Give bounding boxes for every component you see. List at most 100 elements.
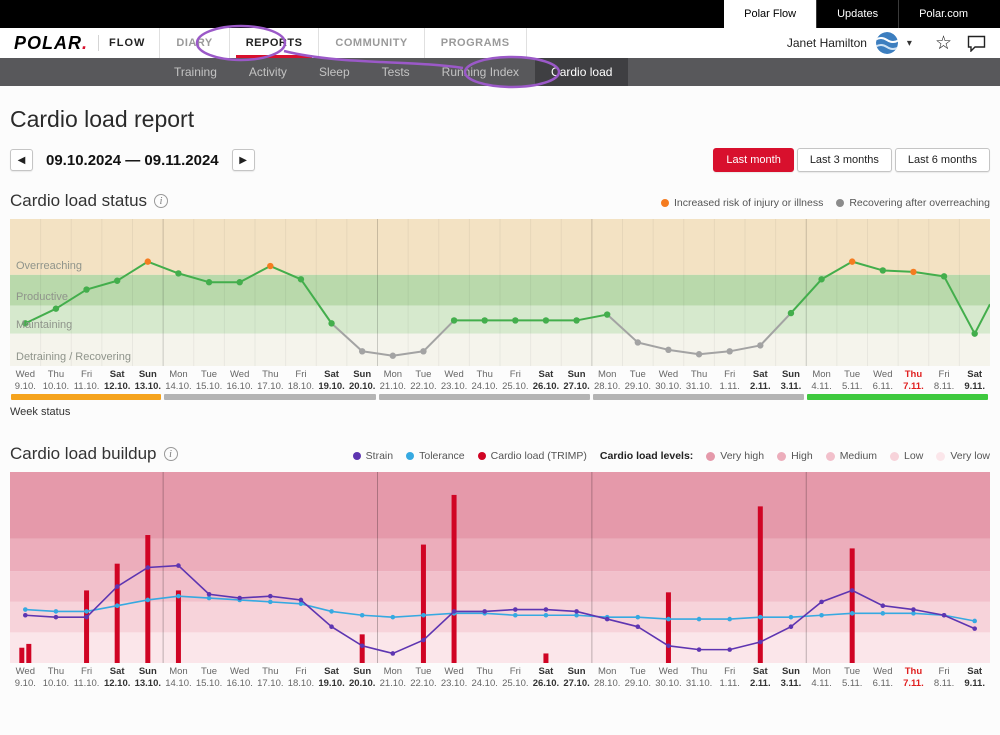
legend-label: Recovering after overreaching — [849, 197, 990, 209]
topbar-link-updates[interactable]: Updates — [816, 0, 898, 28]
x-axis-label: Sat12.10. — [102, 369, 133, 392]
x-axis-label: Tue29.10. — [623, 666, 654, 689]
legend-item-recovering-after-overreaching: Recovering after overreaching — [836, 197, 990, 209]
chevron-down-icon[interactable]: ▾ — [907, 38, 912, 49]
x-axis-label: Sat9.11. — [959, 369, 990, 392]
last-6-months-button[interactable]: Last 6 months — [895, 148, 990, 172]
legend-dot — [661, 199, 669, 207]
x-axis-label: Sat26.10. — [531, 666, 562, 689]
period-buttons: Last monthLast 3 monthsLast 6 months — [713, 148, 990, 172]
status-legend: Increased risk of injury or illnessRecov… — [661, 197, 990, 209]
subnav-tests[interactable]: Tests — [366, 58, 426, 86]
next-arrow-icon: ▶ — [239, 155, 247, 166]
x-axis-label: Sun27.10. — [561, 666, 592, 689]
last-month-button[interactable]: Last month — [713, 148, 793, 172]
subnav-training[interactable]: Training — [158, 58, 233, 86]
x-axis-label: Wed23.10. — [439, 369, 470, 392]
date-range: 09.10.2024 — 09.11.2024 — [46, 152, 219, 169]
x-axis-label: Sun27.10. — [561, 369, 592, 392]
x-axis-label: Fri25.10. — [500, 666, 531, 689]
legend-dot — [936, 452, 945, 461]
x-axis-label: Mon28.10. — [592, 666, 623, 689]
legend-label: Medium — [840, 450, 877, 462]
cardio-load-status-chart[interactable]: OverreachingProductiveMaintainingDetrain… — [10, 219, 990, 366]
x-axis-label: Thu10.10. — [41, 666, 72, 689]
x-axis-label: Wed16.10. — [224, 369, 255, 392]
legend-item-low: Low — [890, 450, 923, 462]
last-3-months-button[interactable]: Last 3 months — [797, 148, 892, 172]
x-axis-label: Fri11.10. — [71, 666, 102, 689]
x-axis-label: Mon4.11. — [806, 666, 837, 689]
header-right: Janet Hamilton ▾ ☆ — [787, 32, 986, 54]
x-axis-label: Sat12.10. — [102, 666, 133, 689]
x-axis-label: Wed9.10. — [10, 666, 41, 689]
legend-item-strain: Strain — [353, 450, 393, 462]
legend-dot — [478, 452, 486, 460]
x-axis-label: Wed16.10. — [224, 666, 255, 689]
subnav-activity[interactable]: Activity — [233, 58, 303, 86]
x-axis-label: Thu10.10. — [41, 369, 72, 392]
x-axis-label: Sat26.10. — [531, 369, 562, 392]
x-axis-label: Sat19.10. — [316, 666, 347, 689]
x-axis-label: Mon14.10. — [163, 666, 194, 689]
week-status-segment — [379, 394, 590, 400]
x-axis-label: Sun13.10. — [133, 369, 164, 392]
x-axis-label: Wed23.10. — [439, 666, 470, 689]
x-axis-label: Wed6.11. — [868, 666, 899, 689]
polar-logo-dot: . — [82, 33, 88, 53]
x-axis-label: Thu17.10. — [255, 369, 286, 392]
favorites-star-icon[interactable]: ☆ — [935, 32, 952, 54]
x-axis-label: Tue5.11. — [837, 666, 868, 689]
x-axis-label: Fri1.11. — [714, 666, 745, 689]
x-axis-label: Mon14.10. — [163, 369, 194, 392]
info-icon[interactable]: i — [154, 194, 168, 208]
status-x-axis: Wed9.10.Thu10.10.Fri11.10.Sat12.10.Sun13… — [10, 369, 990, 392]
prev-period-button[interactable]: ◀ — [10, 149, 33, 171]
user-name[interactable]: Janet Hamilton — [787, 36, 867, 50]
x-axis-label: Wed30.10. — [653, 369, 684, 392]
topbar-link-polar-com[interactable]: Polar.com — [898, 0, 988, 28]
globe-avatar-icon — [876, 32, 898, 54]
x-axis-label: Sun13.10. — [133, 666, 164, 689]
x-axis-label: Thu17.10. — [255, 666, 286, 689]
legend-dot — [406, 452, 414, 460]
subnav-cardio-load[interactable]: Cardio load — [535, 58, 628, 86]
week-status-segment — [593, 394, 804, 400]
x-axis-label: Sat2.11. — [745, 666, 776, 689]
nav-programs[interactable]: PROGRAMS — [424, 28, 527, 58]
x-axis-label: Mon4.11. — [806, 369, 837, 392]
legend-item-medium: Medium — [826, 450, 877, 462]
next-period-button[interactable]: ▶ — [232, 149, 255, 171]
feedback-bubble-icon[interactable] — [967, 35, 986, 52]
x-axis-label: Sun3.11. — [776, 666, 807, 689]
legend-label: High — [791, 450, 813, 462]
polar-logo[interactable]: POLAR. — [14, 33, 88, 54]
x-axis-label: Sat2.11. — [745, 369, 776, 392]
status-section-header: Cardio load statusi Increased risk of in… — [10, 191, 990, 211]
main-content: Cardio load report ◀ 09.10.2024 — 09.11.… — [0, 106, 1000, 689]
legend-item-very-low: Very low — [936, 450, 990, 462]
x-axis-label: Mon21.10. — [378, 369, 409, 392]
subnav-sleep[interactable]: Sleep — [303, 58, 366, 86]
topbar-link-polar-flow[interactable]: Polar Flow — [724, 0, 816, 28]
nav-community[interactable]: COMMUNITY — [318, 28, 423, 58]
x-axis-label: Wed6.11. — [868, 369, 899, 392]
nav-reports[interactable]: REPORTS — [229, 28, 319, 58]
info-icon[interactable]: i — [164, 447, 178, 461]
status-section-title: Cardio load statusi — [10, 191, 168, 211]
nav-diary[interactable]: DIARY — [159, 28, 228, 58]
main-header: POLAR. FLOW DIARYREPORTSCOMMUNITYPROGRAM… — [0, 28, 1000, 58]
legend-item-high: High — [777, 450, 813, 462]
legend-dot — [890, 452, 899, 461]
legend-dot — [706, 452, 715, 461]
date-navigation: ◀ 09.10.2024 — 09.11.2024 ▶ Last monthLa… — [10, 147, 990, 173]
subnav-running-index[interactable]: Running Index — [426, 58, 535, 86]
page-title: Cardio load report — [10, 106, 990, 133]
cardio-load-buildup-chart[interactable] — [10, 472, 990, 663]
x-axis-label: Fri8.11. — [929, 666, 960, 689]
buildup-title-text: Cardio load buildup — [10, 444, 157, 464]
avatar[interactable] — [876, 32, 898, 54]
x-axis-label: Tue15.10. — [194, 369, 225, 392]
legend-item-tolerance: Tolerance — [406, 450, 465, 462]
buildup-section-title: Cardio load buildup i — [10, 444, 178, 464]
